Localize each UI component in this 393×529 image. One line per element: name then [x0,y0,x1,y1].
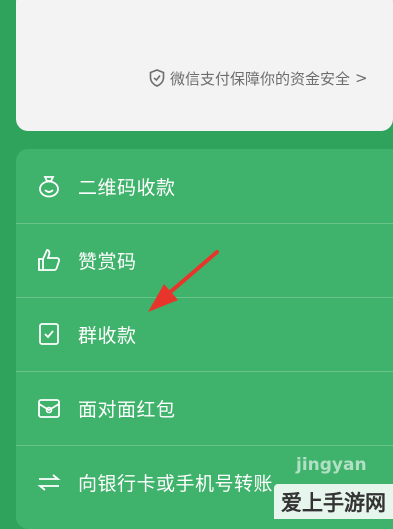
menu-item-label: 群收款 [78,324,137,347]
menu-item-label: 二维码收款 [78,176,176,199]
top-card: 微信支付保障你的资金安全 > [16,0,393,131]
qr-money-bag-icon [39,176,59,198]
menu-item-face-to-face-red-packet[interactable]: 面对面红包 [16,371,393,445]
transfer-icon [37,474,61,491]
menu-item-qr-collect[interactable]: 二维码收款 [16,149,393,223]
thumbs-up-icon [38,249,61,271]
watermark-logo: 爱上手游网 [274,484,393,519]
chevron-right-icon: > [355,69,368,87]
menu-item-label: 面对面红包 [78,398,176,421]
security-text: 微信支付保障你的资金安全 [170,69,351,88]
red-packet-icon [38,399,60,418]
menu-item-label: 赞赏码 [78,250,137,273]
shield-icon [149,69,165,87]
menu-item-label: 向银行卡或手机号转账 [78,472,274,495]
annotation-arrow-icon [148,250,219,312]
group-collection-icon [39,323,59,345]
watermark-text: jingyan [296,455,367,475]
security-note[interactable]: 微信支付保障你的资金安全 > [149,68,368,88]
